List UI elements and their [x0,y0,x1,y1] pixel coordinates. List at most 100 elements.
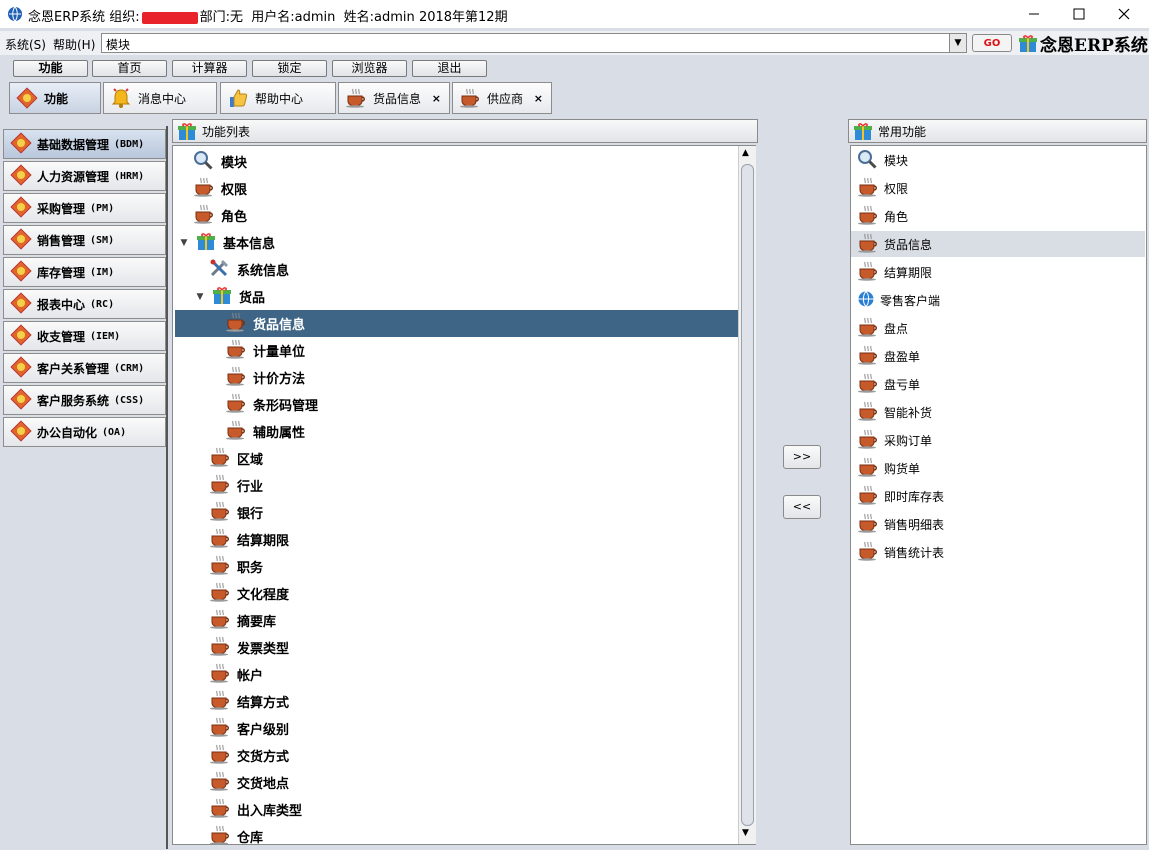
fortune-icon [10,387,32,413]
tree-item[interactable]: 条形码管理 [175,391,741,418]
favorite-item[interactable]: 盘亏单 [851,371,1145,397]
favorite-item[interactable]: 购货单 [851,455,1145,481]
tree-item[interactable]: 摘要库 [175,607,741,634]
thumbs-up-icon [230,89,248,107]
favorite-item[interactable]: 销售统计表 [851,539,1145,565]
gift-box-icon [211,285,233,309]
favorite-item[interactable]: 盘点 [851,315,1145,341]
tab-close-icon[interactable]: × [432,92,441,105]
favorite-item[interactable]: 货品信息 [851,231,1145,257]
module-button[interactable]: 收支管理 (IEM) [3,321,166,351]
tab-close-icon[interactable]: × [534,92,543,105]
module-button[interactable]: 库存管理 (IM) [3,257,166,287]
tree-item[interactable]: 交货方式 [175,742,741,769]
go-button[interactable]: GO [972,34,1012,52]
favorite-item[interactable]: 角色 [851,203,1145,229]
tree-item[interactable]: 系统信息 [175,256,741,283]
tree-item[interactable]: 结算期限 [175,526,741,553]
tab-goods-info[interactable]: 货品信息 × [338,82,450,114]
function-list-header: 功能列表 [172,119,758,143]
favorite-item[interactable]: 盘盈单 [851,343,1145,369]
coffee-cup-icon [209,690,231,714]
tab-supplier[interactable]: 供应商 × [452,82,552,114]
dropdown-arrow-icon[interactable]: ▼ [949,34,966,52]
toolbar-function-button[interactable]: 功能 [13,60,88,77]
scroll-up-arrow-icon[interactable]: ▲ [742,148,749,158]
tree-item[interactable]: 银行 [175,499,741,526]
coffee-cup-icon [225,366,247,390]
gift-box-icon [854,123,872,140]
tree-item[interactable]: ▼ 基本信息 [175,229,741,256]
tree-item[interactable]: 区域 [175,445,741,472]
coffee-cup-icon [209,555,231,579]
tree-item-label: 辅助属性 [253,426,306,441]
tab-message-center[interactable]: 消息中心 [103,82,217,114]
menu-help[interactable]: 帮助(H) [53,36,95,53]
window-title-org-label: 组织: [109,10,140,25]
menu-system[interactable]: 系统(S) [5,36,46,53]
tree-item[interactable]: 文化程度 [175,580,741,607]
tree-item[interactable]: 权限 [175,175,741,202]
favorite-item[interactable]: 采购订单 [851,427,1145,453]
close-button[interactable] [1101,0,1147,28]
tree-item[interactable]: 出入库类型 [175,796,741,823]
module-button[interactable]: 客户服务系统 (CSS) [3,385,166,415]
tree-item[interactable]: 计价方法 [175,364,741,391]
favorite-item[interactable]: 销售明细表 [851,511,1145,537]
app-globe-icon [7,6,23,25]
favorite-item[interactable]: 零售客户端 [851,287,1145,313]
remove-from-favorites-button[interactable]: << [783,495,821,519]
tree-item[interactable]: 交货地点 [175,769,741,796]
favorite-item[interactable]: 即时库存表 [851,483,1145,509]
favorite-item[interactable]: 结算期限 [851,259,1145,285]
favorite-item[interactable]: 模块 [851,147,1145,173]
maximize-button[interactable] [1056,0,1102,28]
favorite-item[interactable]: 智能补货 [851,399,1145,425]
bell-icon [111,88,131,108]
favorite-item-label: 智能补货 [884,405,933,420]
tree-item[interactable]: 辅助属性 [175,418,741,445]
tree-item[interactable]: 帐户 [175,661,741,688]
tab-function[interactable]: 功能 [9,82,101,114]
tree-item[interactable]: 行业 [175,472,741,499]
tree-item[interactable]: 职务 [175,553,741,580]
tree-scroll-thumb[interactable] [741,164,754,826]
tree-item[interactable]: 仓库 [175,823,741,850]
tree-item[interactable]: 结算方式 [175,688,741,715]
coffee-cup-icon [857,541,879,564]
window-title: 念恩ERP系统 组织: 部门:无 用户名:admin 姓名:admin 2018年… [28,6,508,25]
module-name: 人力资源管理 [37,169,110,184]
module-button[interactable]: 采购管理 (PM) [3,193,166,223]
toolbar-home-button[interactable]: 首页 [92,60,167,77]
toolbar-lock-button[interactable]: 锁定 [252,60,327,77]
brand-logo: 念恩ERP系统 [1018,31,1148,56]
minimize-button[interactable] [1011,0,1057,28]
add-to-favorites-button[interactable]: >> [783,445,821,469]
module-button[interactable]: 办公自动化 (OA) [3,417,166,447]
toolbar-calculator-button[interactable]: 计算器 [172,60,247,77]
window-title-dept: 部门:无 [199,10,244,25]
module-name: 销售管理 [37,233,86,248]
module-button[interactable]: 人力资源管理 (HRM) [3,161,166,191]
tree-item[interactable]: 货品信息 [175,310,741,337]
tab-help-center[interactable]: 帮助中心 [220,82,336,114]
tree-item[interactable]: 发票类型 [175,634,741,661]
favorite-item[interactable]: 权限 [851,175,1145,201]
tree-item[interactable]: 计量单位 [175,337,741,364]
tree-item[interactable]: 角色 [175,202,741,229]
toolbar-exit-button[interactable]: 退出 [412,60,487,77]
expand-arrow-icon[interactable]: ▼ [179,238,189,248]
scroll-down-arrow-icon[interactable]: ▼ [742,828,749,838]
module-address-combobox[interactable]: 模块 ▼ [101,33,967,53]
tree-item[interactable]: ▼ 货品 [175,283,741,310]
tree-item[interactable]: 客户级别 [175,715,741,742]
coffee-cup-icon [857,317,879,340]
expand-arrow-icon[interactable]: ▼ [195,292,205,302]
tree-item[interactable]: 模块 [175,148,741,175]
module-button[interactable]: 报表中心 (RC) [3,289,166,319]
magnifier-icon [193,150,215,174]
module-button[interactable]: 基础数据管理 (BDM) [3,129,166,159]
module-button[interactable]: 销售管理 (SM) [3,225,166,255]
toolbar-browser-button[interactable]: 浏览器 [332,60,407,77]
module-button[interactable]: 客户关系管理 (CRM) [3,353,166,383]
